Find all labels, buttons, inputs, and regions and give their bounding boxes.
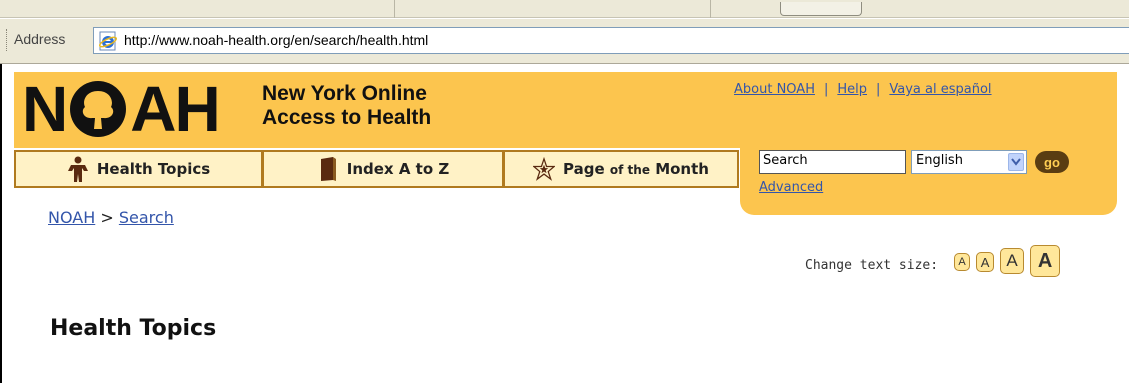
text-size-control: Change text size: A A A A	[805, 237, 1061, 277]
ie-page-icon	[98, 31, 118, 51]
logo-subtitle-line2: Access to Health	[262, 106, 432, 129]
tab-label: Health Topics	[96, 160, 211, 178]
text-size-small-button[interactable]: A	[976, 252, 995, 272]
text-size-large-button[interactable]: A	[1000, 248, 1025, 274]
toolbar-separator	[710, 0, 711, 18]
noah-logo[interactable]: N AH New York Online Access to Health	[22, 74, 442, 144]
browser-chrome-top	[0, 0, 1129, 18]
breadcrumb-separator: >	[100, 208, 114, 227]
top-links: About NOAH | Help | Vaya al español	[734, 82, 992, 97]
tab-label-part: Page	[563, 160, 605, 178]
url-text[interactable]: http://www.noah-health.org/en/search/hea…	[124, 32, 428, 48]
language-select[interactable]: English	[911, 150, 1027, 174]
language-value: English	[916, 153, 963, 168]
address-field[interactable]: http://www.noah-health.org/en/search/hea…	[93, 27, 1129, 54]
nav-tabs: Health Topics Index A to Z Page of the M…	[14, 150, 739, 188]
tab-index-a-to-z[interactable]: Index A to Z	[262, 150, 503, 188]
toolbar-grip[interactable]	[6, 29, 9, 51]
text-size-smallest-button[interactable]: A	[954, 253, 971, 271]
logo-subtitle-line1: New York Online	[262, 82, 427, 105]
tab-label-part: of the	[609, 163, 650, 177]
toolbar-separator	[394, 0, 395, 18]
tab-label-part: Month	[655, 160, 709, 178]
tab-label: Index A to Z	[346, 160, 450, 178]
breadcrumb-noah[interactable]: NOAH	[48, 208, 95, 227]
text-size-largest-button[interactable]: A	[1030, 245, 1061, 277]
about-noah-link[interactable]: About NOAH	[734, 82, 815, 97]
book-icon	[317, 156, 339, 182]
page-title: Health Topics	[50, 316, 217, 341]
text-size-label: Change text size:	[805, 258, 939, 273]
go-button[interactable]: go	[1035, 151, 1069, 173]
logo-subtitle: New York Online Access to Health	[262, 82, 431, 130]
star-icon	[533, 156, 556, 182]
window-frame	[0, 64, 2, 383]
site-header: N AH New York Online Access to Health Ab…	[14, 72, 1117, 215]
address-bar: Address http://www.noah-health.org/en/se…	[0, 19, 1129, 64]
advanced-search-link[interactable]: Advanced	[759, 180, 823, 195]
tab-page-of-the-month[interactable]: Page of the Month	[503, 150, 739, 188]
toolbar-control[interactable]	[780, 2, 862, 16]
search-input[interactable]: Search	[759, 150, 906, 174]
breadcrumb-search[interactable]: Search	[119, 208, 174, 227]
chevron-down-icon[interactable]	[1008, 153, 1024, 171]
breadcrumb: NOAH > Search	[48, 208, 174, 227]
link-separator: |	[876, 82, 881, 97]
spanish-link[interactable]: Vaya al español	[889, 82, 991, 97]
tree-icon	[70, 81, 127, 137]
person-icon	[67, 156, 89, 182]
help-link[interactable]: Help	[837, 82, 867, 97]
tab-health-topics[interactable]: Health Topics	[14, 150, 262, 188]
address-label: Address	[14, 31, 66, 47]
link-separator: |	[823, 82, 829, 97]
logo-wordmark: N AH	[22, 73, 221, 145]
tab-label: Page of the Month	[563, 160, 709, 178]
